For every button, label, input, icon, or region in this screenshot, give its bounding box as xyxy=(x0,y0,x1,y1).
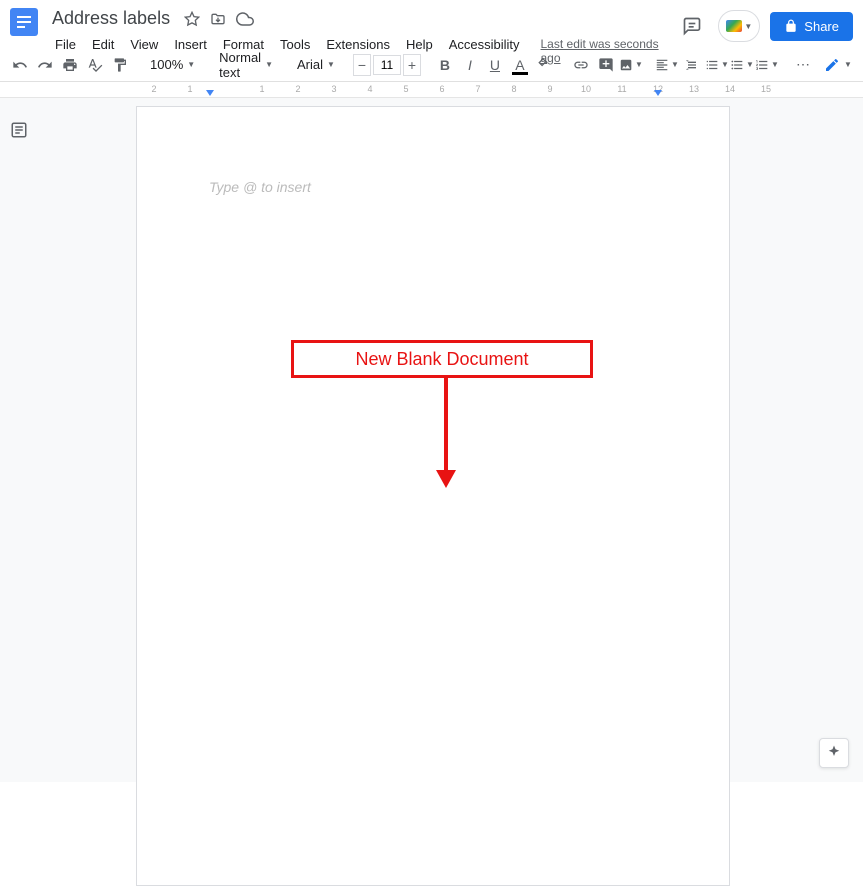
cloud-status-icon[interactable] xyxy=(236,10,254,28)
move-icon[interactable] xyxy=(210,11,226,27)
workspace: Type @ to insert xyxy=(0,98,863,782)
page-area: Type @ to insert xyxy=(38,98,863,782)
editing-mode-button[interactable]: ▼ xyxy=(816,52,860,78)
underline-button[interactable]: U xyxy=(483,53,507,77)
docs-logo-icon xyxy=(17,15,31,29)
spellcheck-button[interactable] xyxy=(83,53,107,77)
zoom-value: 100% xyxy=(150,57,183,72)
document-page[interactable]: Type @ to insert xyxy=(136,106,730,886)
insert-placeholder: Type @ to insert xyxy=(209,179,311,195)
star-icon[interactable] xyxy=(184,11,200,27)
print-button[interactable] xyxy=(58,53,82,77)
font-size-input[interactable] xyxy=(373,55,401,75)
checklist-button[interactable]: ▼ xyxy=(705,53,729,77)
meet-camera-icon xyxy=(726,20,742,32)
comments-history-icon[interactable] xyxy=(676,10,708,42)
font-value: Arial xyxy=(297,57,323,72)
share-label: Share xyxy=(804,19,839,34)
share-button[interactable]: Share xyxy=(770,12,853,41)
paint-format-button[interactable] xyxy=(108,53,132,77)
document-title[interactable]: Address labels xyxy=(48,6,174,31)
add-comment-button[interactable] xyxy=(594,53,618,77)
bold-button[interactable]: B xyxy=(433,53,457,77)
text-color-button[interactable]: A xyxy=(508,53,532,77)
outline-toggle-icon[interactable] xyxy=(7,118,31,142)
increase-font-button[interactable]: + xyxy=(403,54,421,76)
redo-button[interactable] xyxy=(33,53,57,77)
meet-button[interactable]: ▼ xyxy=(718,10,760,42)
italic-button[interactable]: I xyxy=(458,53,482,77)
line-spacing-button[interactable] xyxy=(680,53,704,77)
explore-button[interactable] xyxy=(819,738,849,768)
bulleted-list-button[interactable]: ▼ xyxy=(730,53,754,77)
style-value: Normal text xyxy=(219,50,261,80)
decrease-font-button[interactable]: − xyxy=(353,54,371,76)
insert-image-button[interactable]: ▼ xyxy=(619,53,643,77)
more-button[interactable]: ⋯ xyxy=(791,53,815,77)
app-header: Address labels File Edit View Insert For… xyxy=(0,0,863,48)
ruler-right-marker[interactable] xyxy=(654,90,662,96)
align-button[interactable]: ▼ xyxy=(655,53,679,77)
undo-button[interactable] xyxy=(8,53,32,77)
insert-link-button[interactable] xyxy=(569,53,593,77)
zoom-select[interactable]: 100% ▼ xyxy=(144,53,201,77)
highlight-color-button[interactable] xyxy=(533,53,557,77)
paragraph-style-select[interactable]: Normal text ▼ xyxy=(213,53,279,77)
header-right: ▼ Share xyxy=(676,10,853,42)
font-select[interactable]: Arial ▼ xyxy=(291,53,341,77)
ruler-indent-marker[interactable] xyxy=(206,90,214,96)
sidebar-left xyxy=(0,98,38,782)
docs-logo[interactable] xyxy=(10,8,38,36)
font-size-group: − + xyxy=(353,54,421,76)
ruler[interactable]: 2 1 1 2 3 4 5 6 7 8 9 10 11 12 13 14 15 xyxy=(0,82,863,98)
numbered-list-button[interactable]: ▼ xyxy=(755,53,779,77)
